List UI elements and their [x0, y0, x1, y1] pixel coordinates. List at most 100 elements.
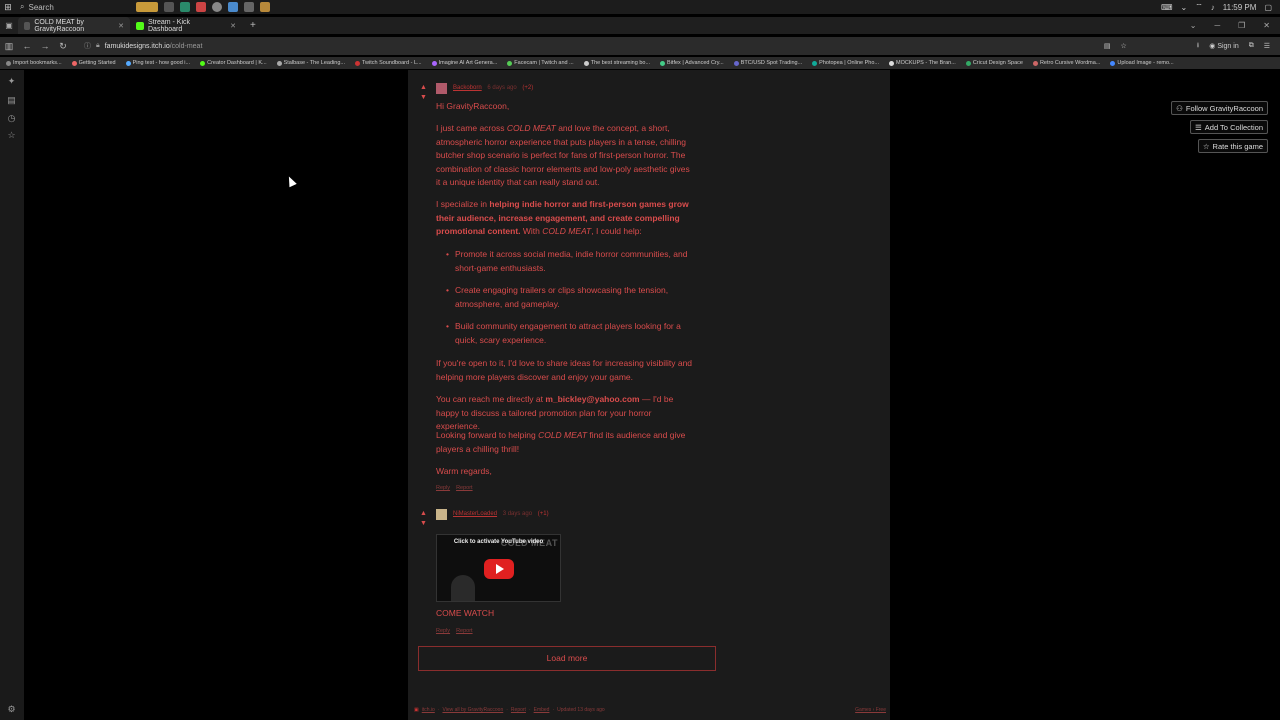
game-title-em: COLD MEAT	[506, 123, 556, 133]
follow-button[interactable]: ⚇ Follow GravityRaccoon	[1171, 101, 1268, 115]
bookmark-item[interactable]: Imagine AI Art Genera...	[431, 60, 497, 66]
bookmark-label: Facecam | Twitch and ...	[514, 60, 574, 66]
rate-game-button[interactable]: ☆ Rate this game	[1197, 139, 1268, 153]
sign-in-button[interactable]: ◉ Sign in	[1209, 42, 1238, 50]
itchio-link[interactable]: itch.io	[422, 707, 435, 713]
upvote-icon[interactable]: ▲	[420, 83, 427, 92]
new-tab-button[interactable]: +	[242, 17, 264, 34]
minimize-icon[interactable]: ─	[1214, 21, 1220, 30]
text: , I could help:	[591, 226, 642, 236]
reload-icon[interactable]: ↻	[54, 41, 72, 52]
close-window-icon[interactable]: ✕	[1263, 21, 1270, 30]
bookmark-item[interactable]: Photopea | Online Pho...	[812, 60, 879, 66]
steam-app-icon[interactable]	[228, 2, 238, 12]
avatar[interactable]	[436, 509, 447, 520]
comment-author[interactable]: Backoborn	[453, 85, 482, 91]
ai-chat-icon[interactable]: ✦	[6, 76, 17, 87]
close-icon[interactable]: ✕	[230, 22, 236, 30]
bookmark-item[interactable]: Getting Started	[71, 60, 116, 66]
report-link[interactable]: Report	[456, 485, 473, 491]
bookmark-label: Cricut Design Space	[972, 60, 1023, 66]
tab-list-icon[interactable]: ⌄	[1190, 21, 1197, 30]
downvote-icon[interactable]: ▼	[420, 93, 427, 102]
browser-app-icon[interactable]	[196, 2, 206, 12]
tab-kick-dashboard[interactable]: Stream - Kick Dashboard ✕	[130, 17, 242, 34]
download-icon[interactable]: ⭳	[1197, 41, 1199, 52]
clock[interactable]: 11:59 PM	[1223, 3, 1257, 12]
edge-app-icon[interactable]	[180, 2, 190, 12]
tab-cold-meat[interactable]: COLD MEAT by GravityRaccoon ✕	[18, 17, 130, 34]
load-more-button[interactable]: Load more	[418, 646, 716, 671]
bookmark-item[interactable]: Facecam | Twitch and ...	[507, 60, 574, 66]
bookmark-label: Twitch Soundboard - L...	[361, 60, 422, 66]
menu-icon[interactable]: ☰	[1264, 42, 1270, 50]
report-link[interactable]: Report	[456, 628, 473, 634]
email-link[interactable]: m_bickley@yahoo.com	[545, 394, 639, 404]
text: I specialize in	[436, 199, 490, 209]
itchio-favicon-icon	[24, 21, 31, 30]
windows-start-icon[interactable]: ⊞	[0, 2, 16, 13]
reply-link[interactable]: Reply	[436, 628, 450, 634]
youtube-embed[interactable]: COLD MEAT Click to activate YouTube vide…	[436, 534, 561, 602]
bookmark-label: Stalbase - The Leading...	[283, 60, 345, 66]
close-icon[interactable]: ✕	[118, 22, 124, 30]
bookmark-label: Getting Started	[78, 60, 116, 66]
bookmark-item[interactable]: Stalbase - The Leading...	[276, 60, 345, 66]
bookmark-item[interactable]: The best streaming bo...	[583, 60, 650, 66]
breadcrumb[interactable]: Games › Free	[855, 707, 886, 713]
lock-app-icon[interactable]	[164, 2, 174, 12]
bookmark-item[interactable]: Cricut Design Space	[965, 60, 1023, 66]
taskbar-app-icon[interactable]	[136, 2, 158, 12]
url-domain: famukidesigns.itch.io	[104, 42, 170, 50]
address-bar[interactable]: ⓘ 🔒︎ famukidesigns.itch.io/cold-meat	[80, 39, 1020, 53]
comment-author[interactable]: NiMasterLoaded	[453, 511, 497, 517]
extensions-icon[interactable]: ⧉	[1249, 42, 1254, 50]
comment-paragraph: You can reach me directly at m_bickley@y…	[436, 393, 696, 434]
downvote-icon[interactable]: ▼	[420, 519, 427, 528]
bookmark-item[interactable]: Upload Image - remo...	[1110, 60, 1174, 66]
embed-link[interactable]: Embed	[534, 707, 550, 713]
avatar[interactable]	[436, 83, 447, 94]
history-icon[interactable]: ◷	[6, 113, 17, 124]
upvote-icon[interactable]: ▲	[420, 509, 427, 518]
settings-gear-icon[interactable]: ⚙	[6, 704, 17, 715]
keyboard-icon[interactable]: ⌨	[1161, 3, 1173, 12]
bookmark-item[interactable]: Import bookmarks...	[6, 60, 62, 66]
bookmark-item[interactable]: BTC/USD Spot Trading...	[733, 60, 802, 66]
bookmark-star-icon[interactable]: ☆	[1121, 42, 1127, 50]
volume-icon[interactable]: ♪	[1211, 3, 1215, 12]
sidebar-toggle-icon[interactable]: ▥	[0, 41, 18, 52]
reader-view-icon[interactable]: ▤	[1104, 42, 1111, 50]
bookmark-label: Import bookmarks...	[13, 60, 62, 66]
folder-app-icon[interactable]	[260, 2, 270, 12]
bookmark-favicon-icon	[200, 60, 206, 66]
bookmark-item[interactable]: Creator Dashboard | K...	[200, 60, 267, 66]
bookmark-item[interactable]: MOCKUPS - The Bran...	[889, 60, 956, 66]
add-to-collection-button[interactable]: ☰ Add To Collection	[1190, 120, 1268, 134]
reply-link[interactable]: Reply	[436, 485, 450, 491]
bookmark-item[interactable]: Ping test - how good i...	[125, 60, 190, 66]
notification-icon[interactable]: ▢	[1264, 3, 1272, 12]
tab-actions-icon[interactable]: ▣	[0, 17, 18, 34]
forward-icon[interactable]: →	[36, 41, 54, 51]
restore-icon[interactable]: ❐	[1238, 21, 1245, 30]
report-link[interactable]: Report	[511, 707, 526, 713]
app-icon[interactable]	[244, 2, 254, 12]
bookmark-item[interactable]: Retro Cursive Wordma...	[1032, 60, 1100, 66]
sync-tabs-icon[interactable]: ▤	[6, 95, 17, 106]
follow-icon: ⚇	[1176, 103, 1183, 113]
taskbar-search[interactable]: ⌕ Search	[16, 1, 116, 13]
video-thumbnail-figure	[451, 575, 475, 601]
info-icon[interactable]: ⓘ	[84, 41, 91, 51]
bookmark-item[interactable]: Bitfex | Advanced Cry...	[660, 60, 724, 66]
wifi-icon[interactable]: ⌔	[1195, 2, 1203, 12]
bookmarks-icon[interactable]: ☆	[6, 130, 17, 141]
itchio-logo-icon[interactable]: ▣	[414, 707, 419, 713]
play-icon[interactable]	[484, 559, 514, 579]
back-icon[interactable]: ←	[18, 41, 36, 51]
bookmark-favicon-icon	[660, 60, 666, 66]
bookmark-item[interactable]: Twitch Soundboard - L...	[354, 60, 422, 66]
chevron-down-icon[interactable]: ⌄	[1181, 3, 1188, 12]
view-all-link[interactable]: View all by GravityRaccoon	[442, 707, 503, 713]
settings-app-icon[interactable]	[212, 2, 222, 12]
